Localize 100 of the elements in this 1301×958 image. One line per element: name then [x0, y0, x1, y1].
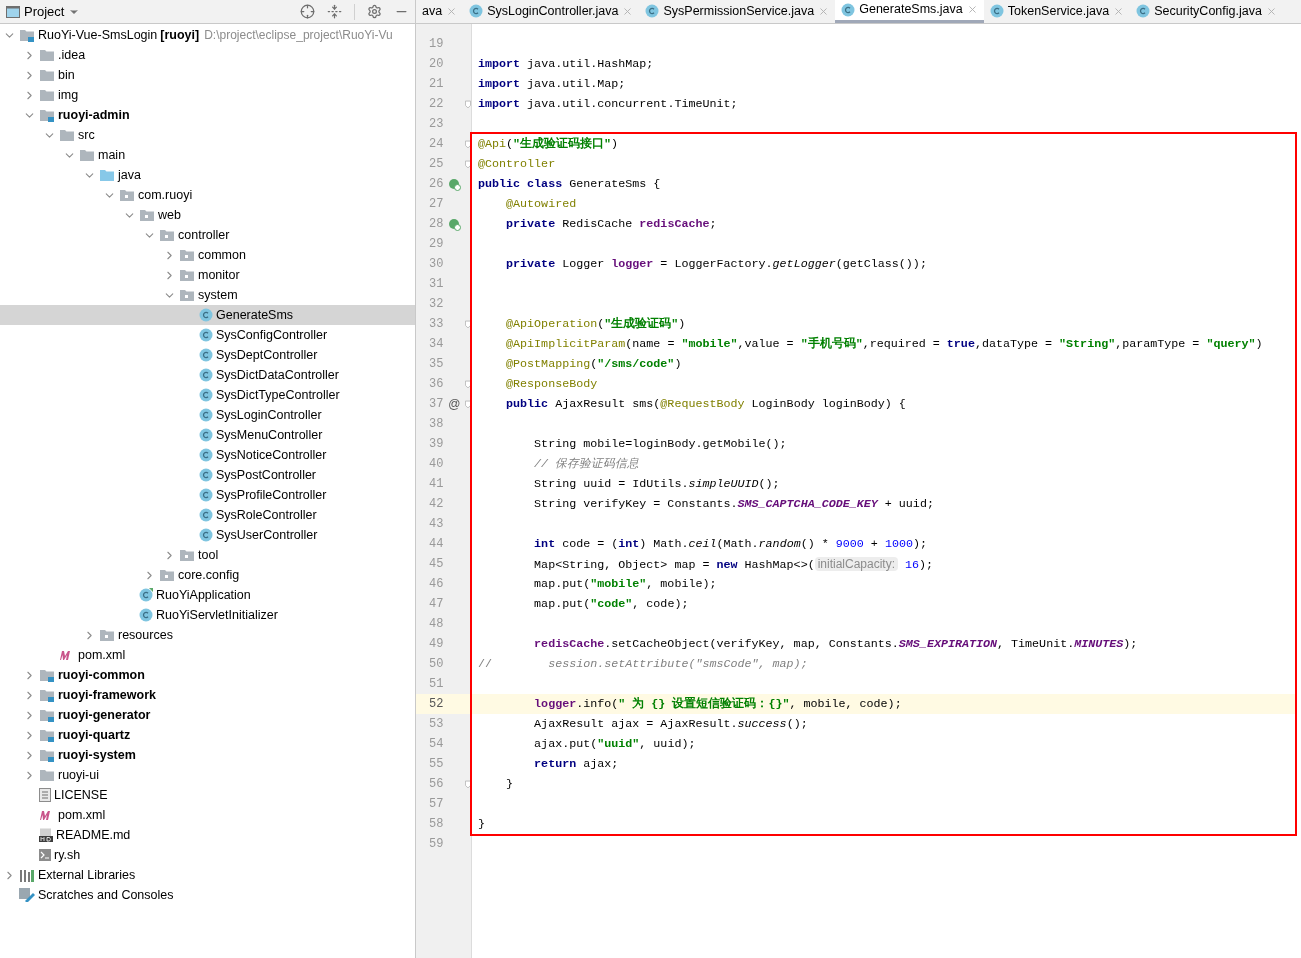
module-folder-icon: [39, 108, 55, 122]
gutter-marker[interactable]: @: [448, 395, 461, 413]
panel-title[interactable]: Project: [24, 1, 65, 22]
item-label: ruoyi-ui: [58, 766, 99, 784]
tree-item[interactable]: ruoyi-admin: [0, 105, 415, 125]
tree-item[interactable]: pom.xml: [0, 805, 415, 825]
tree-item[interactable]: SysProfileController: [0, 485, 415, 505]
code-line: // 保存验证码信息: [533, 456, 640, 473]
tree-item[interactable]: src: [0, 125, 415, 145]
close-icon[interactable]: [446, 5, 458, 17]
line-number: 29: [428, 236, 444, 253]
tree-item[interactable]: SysRoleController: [0, 505, 415, 525]
tree-item[interactable]: SysConfigController: [0, 325, 415, 345]
tree-item[interactable]: GenerateSms: [0, 305, 415, 325]
tree-item[interactable]: com.ruoyi: [0, 185, 415, 205]
tree-item[interactable]: SysDeptController: [0, 345, 415, 365]
bean-icon[interactable]: [447, 177, 461, 191]
item-label: pom.xml: [78, 646, 126, 664]
module-folder-icon: [39, 668, 55, 682]
line-number: 58: [428, 816, 444, 833]
tree-item[interactable]: README.md: [0, 825, 415, 845]
tree-item[interactable]: ruoyi-ui: [0, 765, 415, 785]
tree-item[interactable]: SysDictDataController: [0, 365, 415, 385]
fold-icon[interactable]: [465, 399, 471, 409]
fold-icon[interactable]: [465, 379, 471, 389]
tree-item[interactable]: main: [0, 145, 415, 165]
close-icon[interactable]: [1265, 5, 1277, 17]
tree-item[interactable]: SysMenuController: [0, 425, 415, 445]
collapse-icon[interactable]: [327, 4, 342, 19]
editor-tab[interactable]: SecurityConfig.java: [1130, 0, 1283, 23]
tree-item[interactable]: tool: [0, 545, 415, 565]
editor-tab[interactable]: SysPermissionService.java: [639, 0, 836, 23]
class-icon: [139, 608, 153, 622]
code-line: @ResponseBody: [505, 376, 598, 393]
tree-item[interactable]: SysLoginController: [0, 405, 415, 425]
item-label: Scratches and Consoles: [38, 886, 174, 904]
tree-item[interactable]: ruoyi-framework: [0, 685, 415, 705]
locate-icon[interactable]: [300, 4, 315, 19]
line-number: 26: [428, 176, 444, 193]
module-folder-icon: [39, 688, 55, 702]
tree-item[interactable]: Scratches and Consoles: [0, 885, 415, 905]
close-icon[interactable]: [1113, 5, 1125, 17]
scratches-icon: [19, 888, 35, 902]
line-number: 20: [428, 56, 444, 73]
settings-icon[interactable]: [367, 4, 382, 19]
tree-item[interactable]: monitor: [0, 265, 415, 285]
tree-item[interactable]: img: [0, 85, 415, 105]
item-label: common: [198, 246, 246, 264]
tree-item[interactable]: core.config: [0, 565, 415, 585]
fold-icon[interactable]: [465, 159, 471, 169]
editor-tab[interactable]: ava: [416, 0, 464, 23]
tree-item[interactable]: ruoyi-system: [0, 745, 415, 765]
tree-item[interactable]: pom.xml: [0, 645, 415, 665]
close-icon[interactable]: [966, 4, 978, 15]
editor-tab[interactable]: GenerateSms.java: [835, 0, 984, 23]
editor-tab[interactable]: SysLoginController.java: [463, 0, 640, 23]
bean-icon[interactable]: [447, 217, 461, 231]
item-label: SysPostController: [216, 466, 317, 484]
tree-item[interactable]: ruoyi-common: [0, 665, 415, 685]
editor-tab[interactable]: TokenService.java: [983, 0, 1131, 23]
tree-item[interactable]: SysUserController: [0, 525, 415, 545]
line-number: 53: [428, 716, 444, 733]
item-label: GenerateSms: [216, 306, 294, 324]
tree-item[interactable]: SysNoticeController: [0, 445, 415, 465]
tree-item[interactable]: .idea: [0, 45, 415, 65]
tree-item[interactable]: LICENSE: [0, 785, 415, 805]
tree-item[interactable]: RuoYi-Vue-SmsLogin [ruoyi] D:\project\eclipse_project\RuoYi-Vu: [0, 25, 415, 45]
code-line: map.put("mobile", mobile);: [533, 576, 717, 593]
line-number: 56: [428, 776, 444, 793]
tree-item[interactable]: ruoyi-generator: [0, 705, 415, 725]
tree-item[interactable]: bin: [0, 65, 415, 85]
tree-item[interactable]: SysPostController: [0, 465, 415, 485]
close-icon[interactable]: [622, 5, 634, 17]
fold-icon[interactable]: [465, 99, 471, 109]
line-number: 52: [428, 696, 444, 713]
tree-item[interactable]: system: [0, 285, 415, 305]
fold-icon[interactable]: [465, 139, 471, 149]
class-icon: [199, 348, 213, 362]
fold-icon[interactable]: [465, 319, 471, 329]
close-icon[interactable]: [818, 5, 830, 17]
tree-item[interactable]: External Libraries: [0, 865, 415, 885]
line-number: 50: [428, 656, 444, 673]
line-number: 33: [428, 316, 444, 333]
tree-item[interactable]: resources: [0, 625, 415, 645]
fold-icon[interactable]: [465, 779, 471, 789]
tree-item[interactable]: ruoyi-quartz: [0, 725, 415, 745]
class-icon: [199, 368, 213, 382]
tree-item[interactable]: controller: [0, 225, 415, 245]
tree-item[interactable]: RuoYiServletInitializer: [0, 605, 415, 625]
text-file-icon: [39, 788, 51, 802]
tree-item[interactable]: java: [0, 165, 415, 185]
tree-item[interactable]: ry.sh: [0, 845, 415, 865]
item-label: ruoyi-generator: [58, 706, 151, 724]
tree-item[interactable]: RuoYiApplication: [0, 585, 415, 605]
item-label: SysConfigController: [216, 326, 328, 344]
item-label: bin: [58, 66, 75, 84]
tree-item[interactable]: SysDictTypeController: [0, 385, 415, 405]
tree-item[interactable]: common: [0, 245, 415, 265]
item-label: RuoYiServletInitializer: [156, 606, 278, 624]
tree-item[interactable]: web: [0, 205, 415, 225]
